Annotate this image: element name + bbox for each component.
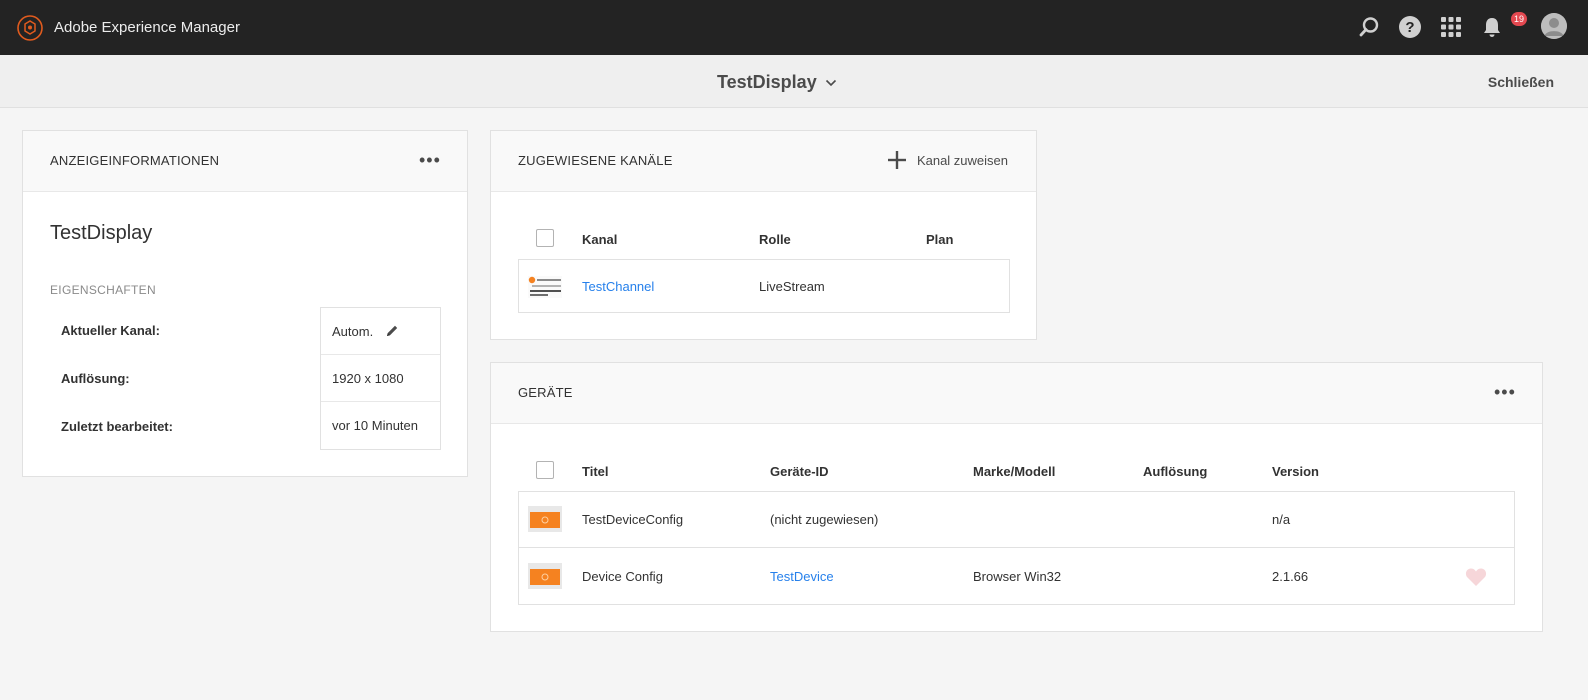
card-header: ZUGEWIESENE KANÄLE Kanal zuweisen — [491, 131, 1036, 192]
section-label: EIGENSCHAFTEN — [50, 283, 156, 297]
svg-text:?: ? — [1405, 19, 1414, 36]
action-bar: TestDisplay Schließen — [0, 55, 1588, 108]
avatar[interactable] — [1541, 13, 1567, 39]
device-id-link[interactable]: TestDevice — [770, 569, 834, 584]
table-row[interactable]: TestChannel LiveStream — [518, 259, 1010, 313]
col-header-marke-modell[interactable]: Marke/Modell — [973, 464, 1055, 479]
prop-label-last-modified: Zuletzt bearbeitet: — [61, 419, 173, 434]
channel-link[interactable]: TestChannel — [582, 279, 654, 294]
device-thumbnail-icon — [528, 563, 562, 589]
device-version: n/a — [1272, 512, 1291, 527]
prop-label-current-channel: Aktueller Kanal: — [61, 323, 160, 338]
chevron-down-icon — [825, 79, 836, 86]
card-title: GERÄTE — [518, 385, 573, 400]
edit-pencil-icon[interactable] — [385, 324, 399, 338]
notification-badge: 19 — [1511, 12, 1528, 26]
prop-label-resolution: Auflösung: — [61, 371, 130, 386]
app-title[interactable]: Adobe Experience Manager — [54, 19, 240, 36]
current-channel-text: Autom. — [332, 323, 374, 339]
display-title-dropdown[interactable]: TestDisplay — [717, 72, 837, 93]
last-modified-value: vor 10 Minuten — [332, 418, 418, 433]
assign-channel-label: Kanal zuweisen — [916, 152, 1008, 168]
col-header-geraete-id[interactable]: Geräte-ID — [770, 464, 829, 479]
select-all-checkbox[interactable] — [536, 461, 554, 479]
more-options-icon[interactable]: ••• — [419, 151, 441, 169]
channel-role: LiveStream — [759, 279, 825, 294]
more-options-icon[interactable]: ••• — [1494, 383, 1516, 401]
device-thumbnail-icon — [528, 506, 562, 532]
search-icon[interactable] — [1356, 14, 1382, 40]
properties-values: Autom. 1920 x 1080 vor 10 Minuten — [320, 307, 441, 450]
col-header-kanal[interactable]: Kanal — [582, 232, 617, 247]
card-title: ZUGEWIESENE KANÄLE — [518, 153, 673, 168]
device-version: 2.1.66 — [1272, 569, 1309, 584]
device-title: Device Config — [582, 569, 663, 584]
help-icon[interactable]: ? — [1397, 14, 1423, 40]
col-header-version[interactable]: Version — [1272, 464, 1319, 479]
heart-icon — [1465, 568, 1487, 586]
col-header-plan[interactable]: Plan — [926, 232, 953, 247]
device-brand: Browser Win32 — [973, 569, 1062, 584]
current-channel-value[interactable]: Autom. — [321, 308, 440, 355]
channel-thumbnail-icon — [528, 276, 562, 298]
table-row[interactable]: Device Config TestDevice Browser Win32 2… — [518, 547, 1515, 605]
bell-icon[interactable] — [1479, 14, 1505, 40]
resolution-value: 1920 x 1080 — [321, 355, 440, 402]
device-title: TestDeviceConfig — [582, 512, 684, 527]
col-header-rolle[interactable]: Rolle — [759, 232, 791, 247]
assigned-channels-card: ZUGEWIESENE KANÄLE Kanal zuweisen Kanal … — [490, 130, 1037, 340]
table-row[interactable]: TestDeviceConfig (nicht zugewiesen) n/a — [518, 491, 1515, 548]
device-id: (nicht zugewiesen) — [770, 512, 879, 527]
col-header-aufloesung[interactable]: Auflösung — [1143, 464, 1207, 479]
plus-icon — [887, 151, 906, 169]
card-header: GERÄTE ••• — [491, 363, 1542, 424]
aem-logo-icon[interactable] — [17, 15, 43, 41]
card-title: ANZEIGEINFORMATIONEN — [50, 153, 220, 168]
display-title: TestDisplay — [717, 72, 817, 92]
display-info-card: ANZEIGEINFORMATIONEN ••• TestDisplay EIG… — [22, 130, 468, 477]
devices-card: GERÄTE ••• Titel Geräte-ID Marke/Modell … — [490, 362, 1543, 632]
global-nav: Adobe Experience Manager ? 19 — [0, 0, 1588, 55]
select-all-checkbox[interactable] — [536, 229, 554, 247]
close-button[interactable]: Schließen — [1488, 74, 1554, 90]
apps-grid-icon[interactable] — [1438, 14, 1464, 40]
display-name: TestDisplay — [50, 222, 153, 244]
col-header-titel[interactable]: Titel — [582, 464, 609, 479]
assign-channel-button[interactable]: Kanal zuweisen — [887, 150, 1008, 170]
card-header: ANZEIGEINFORMATIONEN ••• — [23, 131, 467, 192]
